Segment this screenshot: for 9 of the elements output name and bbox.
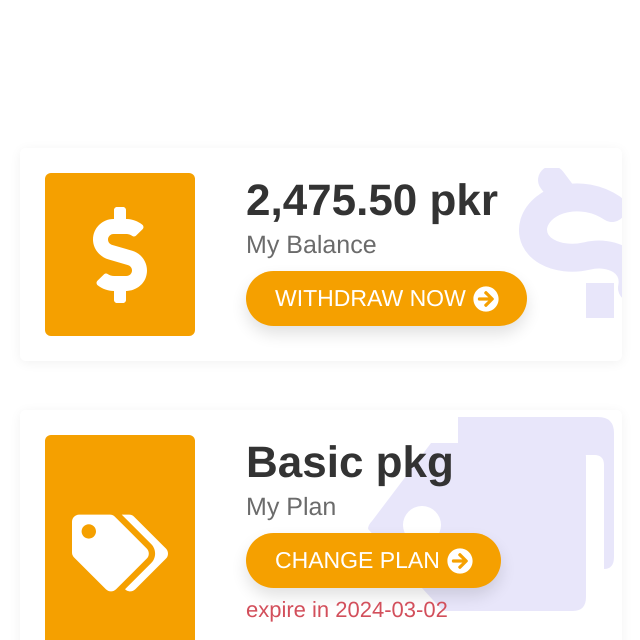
expiry-note: expire in 2024-03-02 [246, 596, 448, 624]
action-button[interactable]: WITHDRAW NOW [246, 271, 527, 326]
card-title: 2,475.50 pkr [246, 175, 498, 227]
arrow-right-icon [472, 286, 499, 312]
card-title: Basic pkg [246, 437, 454, 489]
action-button[interactable]: CHANGE PLAN [246, 533, 501, 588]
card-subtitle: My Plan [246, 492, 336, 522]
arrow-right-icon [446, 548, 473, 574]
card-subtitle: My Balance [246, 230, 377, 260]
